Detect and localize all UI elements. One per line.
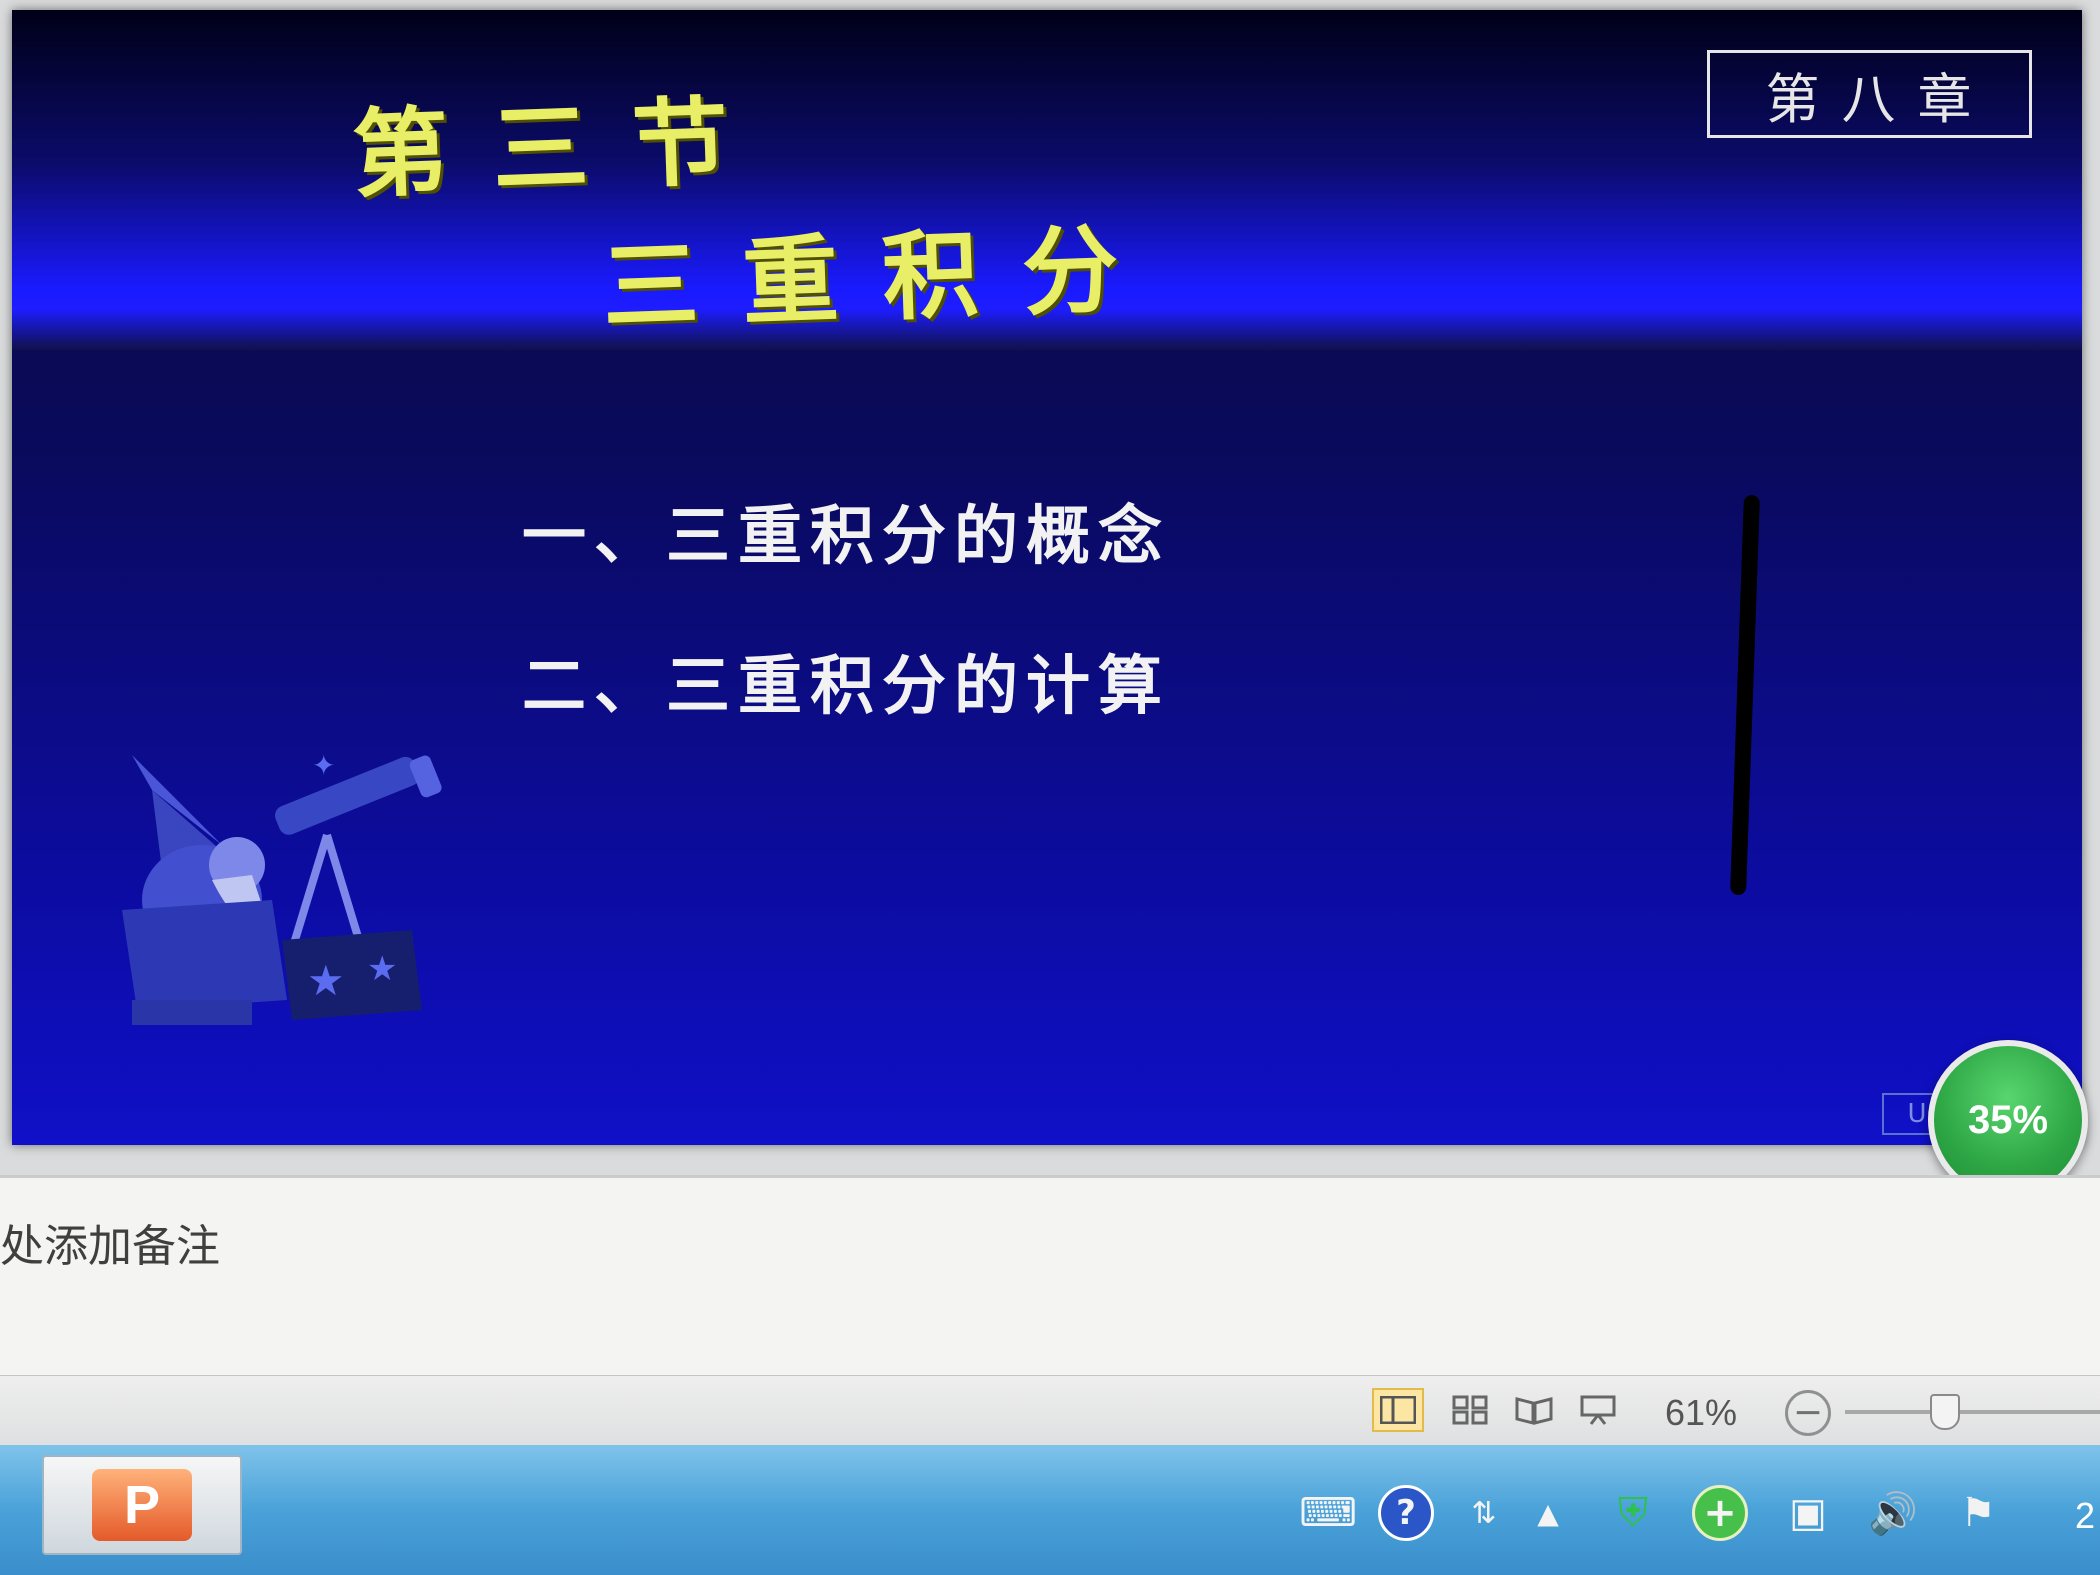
notes-placeholder[interactable]: 处添加备注 <box>0 1210 220 1274</box>
normal-view-icon <box>1380 1396 1416 1424</box>
status-bar: 61% − <box>0 1375 2100 1445</box>
zoom-slider-track[interactable] <box>1845 1410 2100 1414</box>
taskbar: P ⌨ ? ⇅ ▲ ⛨ + ▣ 🔊 ⚑ 2 <box>0 1445 2100 1575</box>
chapter-label: 第八章 <box>1707 50 2032 138</box>
green-plus-icon[interactable]: + <box>1692 1485 1748 1541</box>
wizard-telescope-clipart: ★ ★ ✦ <box>122 750 442 1025</box>
slideshow-icon <box>1580 1395 1616 1425</box>
keyboard-icon[interactable]: ⌨ <box>1299 1485 1357 1541</box>
pen-annotation-stroke <box>1730 494 1760 896</box>
section-title: 第三节 <box>350 83 775 212</box>
reading-view-button[interactable] <box>1508 1388 1560 1432</box>
show-hidden-icons-icon[interactable]: ▲ <box>1520 1485 1576 1541</box>
slide-sorter-view-button[interactable] <box>1444 1388 1496 1432</box>
volume-icon[interactable]: 🔊 <box>1865 1485 1921 1541</box>
help-icon[interactable]: ? <box>1378 1485 1434 1541</box>
normal-view-button[interactable] <box>1372 1388 1424 1432</box>
zoom-level[interactable]: 61% <box>1665 1392 1737 1434</box>
powerpoint-icon: P <box>92 1469 192 1541</box>
slideshow-view-button[interactable] <box>1572 1388 1624 1432</box>
svg-text:★: ★ <box>307 956 345 1005</box>
svg-text:✦: ✦ <box>312 750 335 782</box>
slide-sorter-icon <box>1452 1395 1488 1425</box>
action-center-flag-icon[interactable]: ⚑ <box>1950 1485 2006 1541</box>
zoom-out-button[interactable]: − <box>1785 1390 1831 1436</box>
topic-title: 三重积分 <box>600 211 1165 344</box>
network-icon[interactable]: ▣ <box>1780 1485 1836 1541</box>
powerpoint-taskbar-button[interactable]: P <box>42 1455 242 1555</box>
svg-text:★: ★ <box>367 949 397 989</box>
security-shield-icon[interactable]: ⛨ <box>1605 1485 1661 1541</box>
clock[interactable]: 2 <box>2075 1495 2095 1537</box>
reading-view-icon <box>1515 1397 1553 1425</box>
notes-pane[interactable]: 处添加备注 <box>0 1175 2100 1375</box>
language-bar-icon[interactable]: ⇅ <box>1456 1485 1512 1541</box>
zoom-slider-thumb[interactable] <box>1930 1394 1960 1430</box>
slide-canvas[interactable]: 第三节 三重积分 第八章 一、三重积分的概念 二、三重积分的计算 ★ ★ ✦ U <box>12 10 2082 1145</box>
outline-item: 二、三重积分的计算 <box>522 649 1170 724</box>
outline-item: 一、三重积分的概念 <box>522 499 1170 574</box>
